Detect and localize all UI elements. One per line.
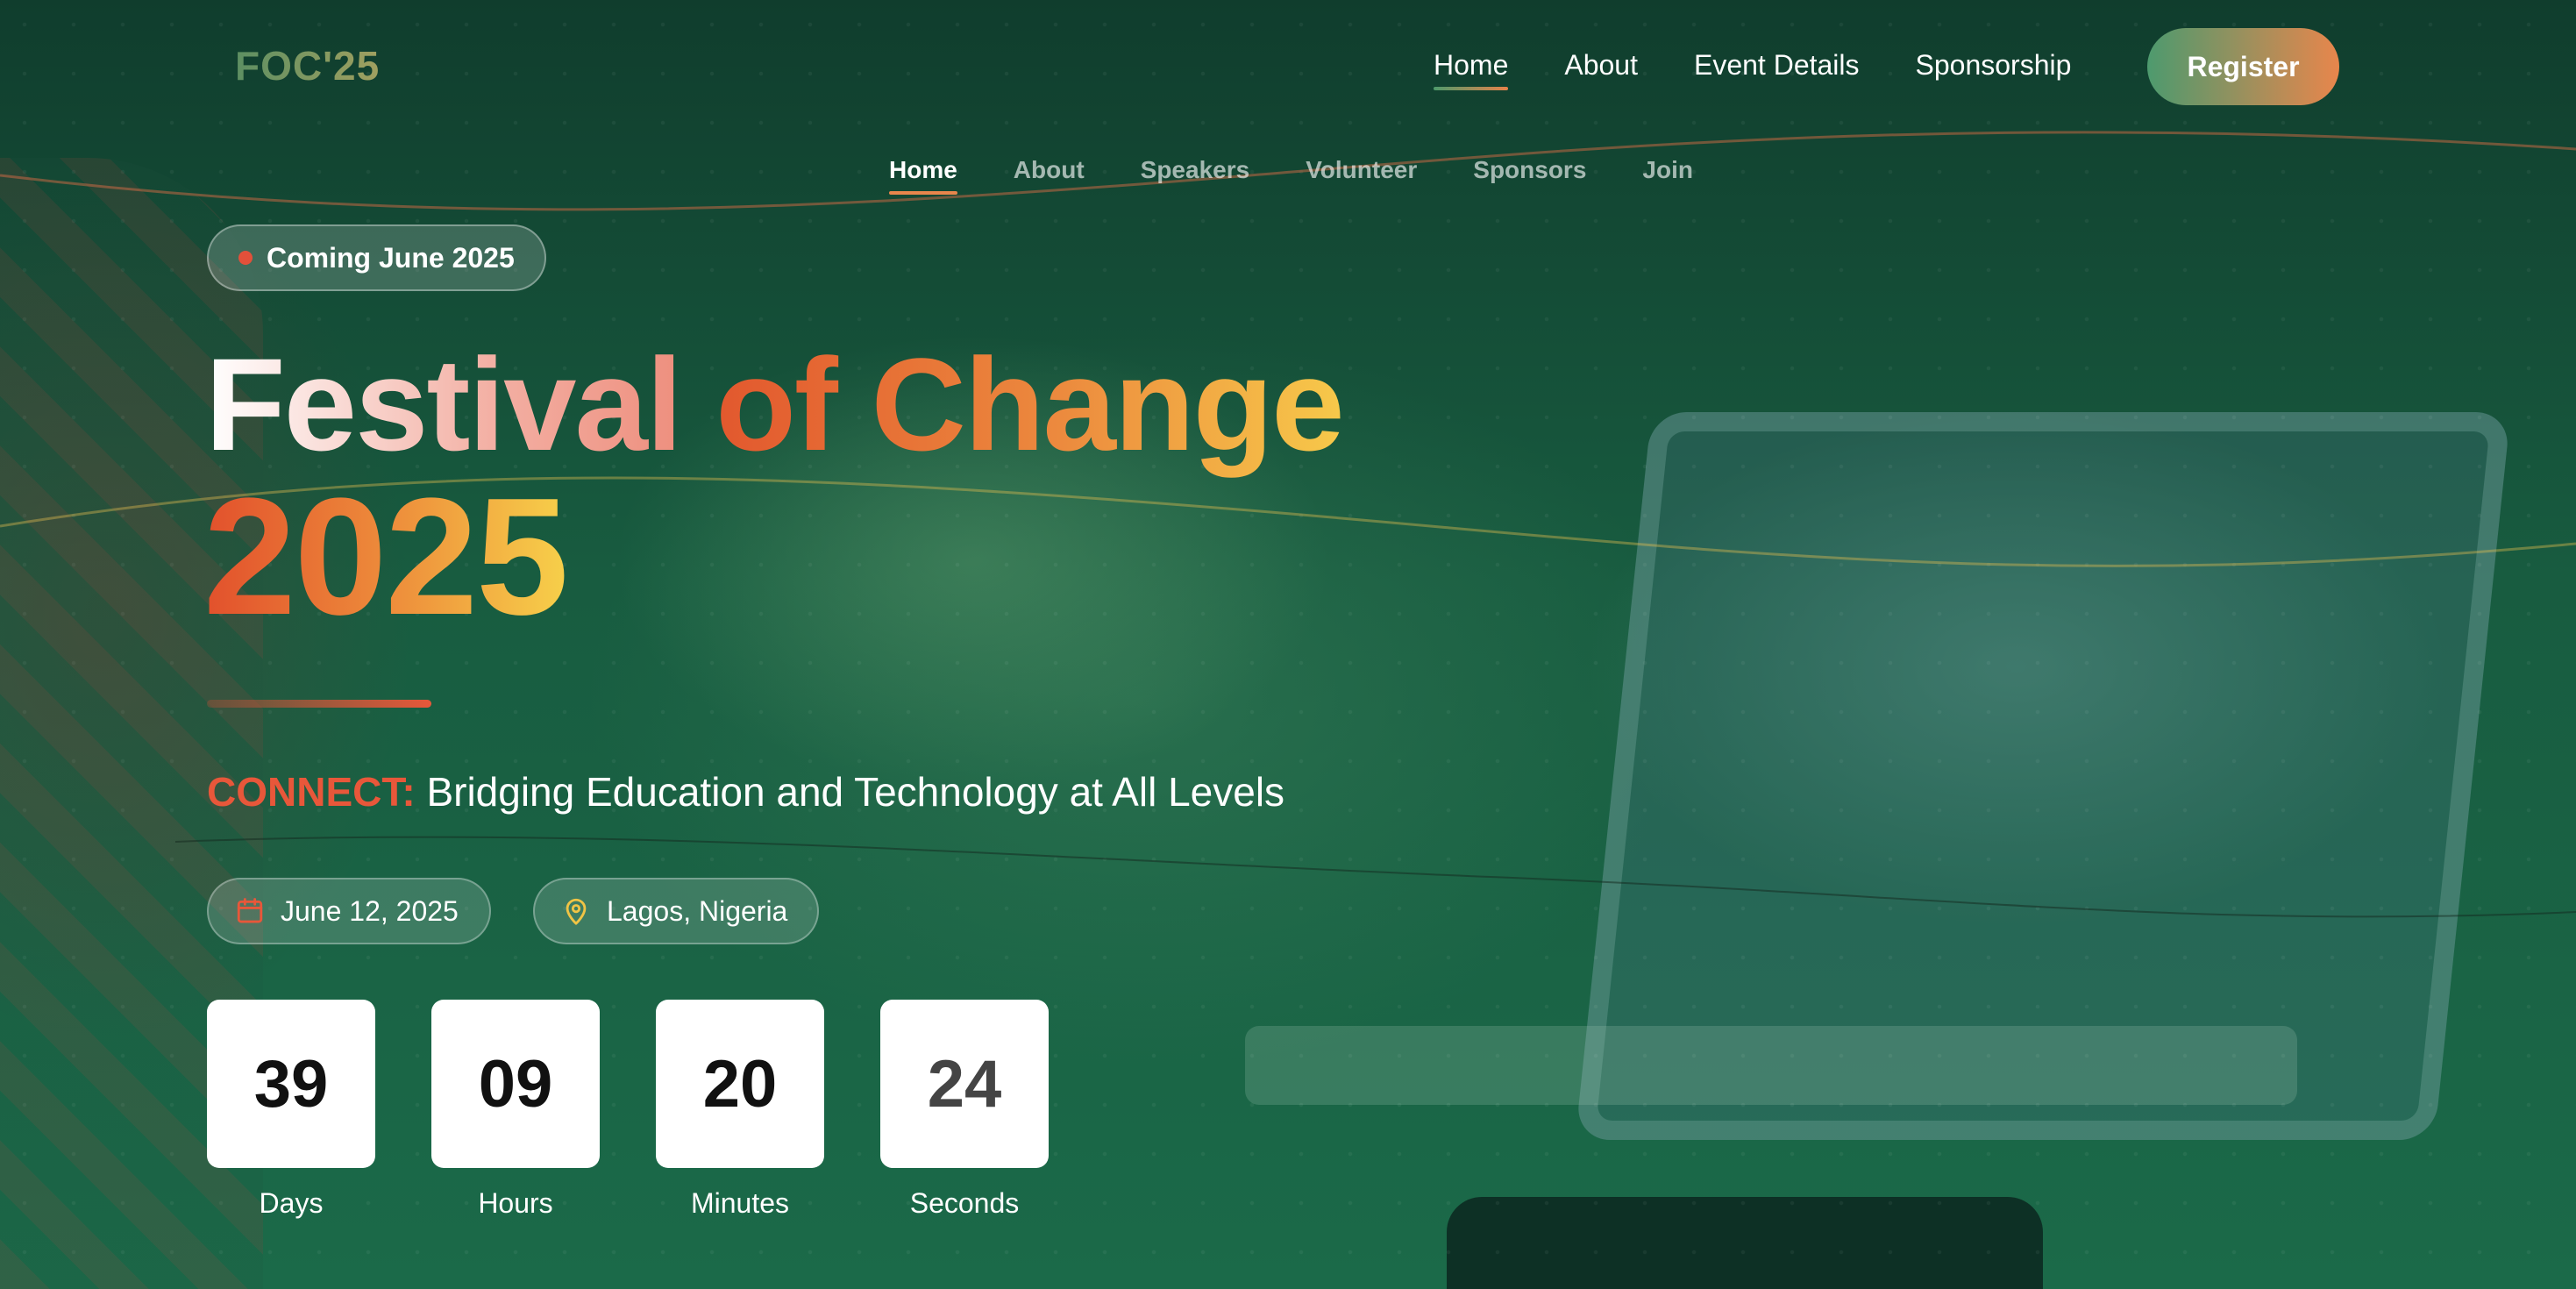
- main-nav-sponsorship[interactable]: Sponsorship: [1916, 49, 2072, 90]
- section-nav-home[interactable]: Home: [889, 156, 957, 195]
- section-nav-volunteer[interactable]: Volunteer: [1306, 156, 1417, 195]
- calendar-icon: [235, 896, 265, 926]
- countdown-days: 39 Days: [207, 1000, 375, 1220]
- countdown-minutes-label: Minutes: [690, 1187, 790, 1219]
- register-button[interactable]: Register: [2147, 28, 2339, 105]
- countdown-hours-label: Hours: [478, 1187, 553, 1219]
- countdown-hours-value: 09: [431, 1000, 600, 1168]
- tagline-keyword: CONNECT:: [207, 769, 416, 815]
- title-divider: [207, 700, 431, 708]
- countdown-seconds: 24 Seconds: [880, 1000, 1049, 1220]
- section-nav: Home About Speakers Volunteer Sponsors J…: [889, 156, 1693, 195]
- section-nav-sponsors[interactable]: Sponsors: [1473, 156, 1586, 195]
- event-date-pill: June 12, 2025: [207, 878, 491, 944]
- countdown-days-value: 39: [207, 1000, 375, 1168]
- badge-label: Coming June 2025: [267, 241, 515, 274]
- countdown-minutes-value: 20: [656, 1000, 824, 1168]
- event-location-text: Lagos, Nigeria: [607, 894, 788, 927]
- page-title: Festival of Change: [205, 338, 1345, 470]
- section-nav-speakers[interactable]: Speakers: [1141, 156, 1250, 195]
- countdown-hours: 09 Hours: [431, 1000, 600, 1220]
- countdown-seconds-value: 24: [880, 1000, 1049, 1168]
- main-nav-event-details[interactable]: Event Details: [1694, 49, 1860, 90]
- section-nav-about[interactable]: About: [1014, 156, 1085, 195]
- main-nav-home[interactable]: Home: [1434, 49, 1509, 90]
- map-pin-icon: [561, 896, 591, 926]
- countdown-minutes: 20 Minutes: [656, 1000, 824, 1220]
- title-festival: Festival: [205, 331, 683, 478]
- main-nav-about[interactable]: About: [1564, 49, 1638, 90]
- coming-soon-badge: Coming June 2025: [207, 224, 546, 291]
- countdown-days-label: Days: [259, 1187, 324, 1219]
- event-date-text: June 12, 2025: [281, 894, 459, 927]
- status-dot-icon: [238, 251, 253, 265]
- event-location-pill: Lagos, Nigeria: [533, 878, 819, 944]
- tagline-text: Bridging Education and Technology at All…: [426, 769, 1285, 815]
- title-year: 2025: [203, 464, 569, 650]
- main-nav: Home About Event Details Sponsorship: [1434, 49, 2071, 90]
- countdown-seconds-label: Seconds: [909, 1187, 1020, 1219]
- logo[interactable]: FOC'25: [235, 42, 380, 89]
- section-nav-join[interactable]: Join: [1642, 156, 1693, 195]
- site-header: FOC'25 Home About Event Details Sponsors…: [0, 0, 2576, 195]
- tagline: CONNECT: Bridging Education and Technolo…: [207, 768, 1284, 815]
- title-of-change: of Change: [715, 331, 1344, 478]
